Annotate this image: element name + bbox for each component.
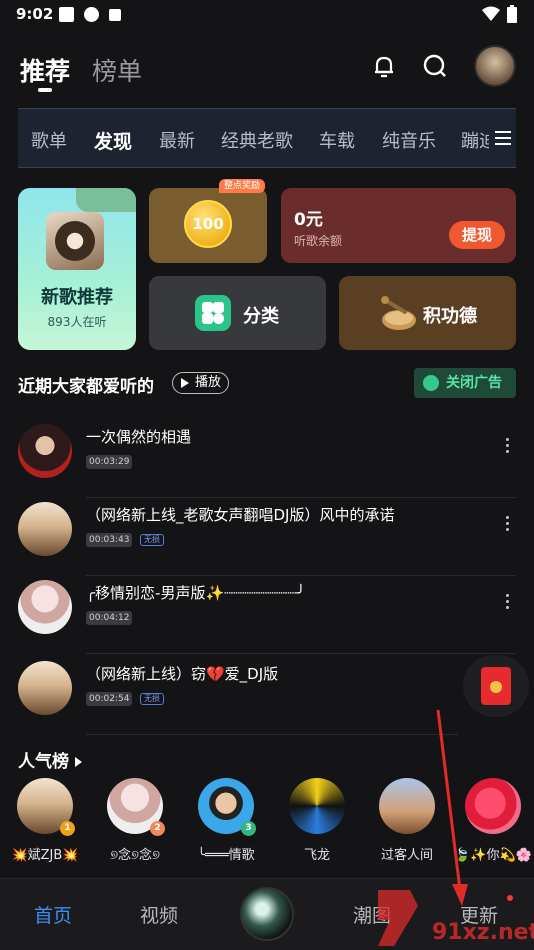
balance-amount: 0元	[294, 210, 323, 230]
song-duration: 00:04:12	[86, 611, 133, 625]
song-row[interactable]: （网络新上线）窃💔爱_DJ版 00:02:54 无损	[18, 655, 458, 735]
category-card[interactable]: 分类	[149, 276, 326, 350]
watermark: 91xz.net	[370, 886, 534, 950]
rank-badge: 1	[60, 821, 75, 836]
sync-app-icon	[84, 7, 99, 22]
category-pure-music[interactable]: 纯音乐	[382, 127, 436, 153]
user-avatar[interactable]	[474, 45, 516, 87]
chevron-right-icon	[75, 757, 82, 767]
song-cover	[18, 502, 72, 556]
annotation-arrow	[436, 709, 468, 906]
coin-reward-card[interactable]: 100	[149, 188, 267, 263]
song-duration: 00:02:54	[86, 692, 133, 706]
artist-item[interactable]: 1 💥斌ZJB💥	[0, 778, 90, 863]
wifi-icon	[482, 6, 500, 21]
rank-badge: 3	[241, 821, 256, 836]
artist-avatar: 3	[198, 778, 256, 836]
notification-app-icon	[59, 7, 74, 22]
new-songs-card[interactable]: 新歌推荐 893人在听	[18, 188, 136, 350]
artist-name: 💥斌ZJB💥	[11, 848, 79, 863]
merit-label: 积功德	[423, 306, 477, 327]
more-options-icon[interactable]	[506, 594, 510, 610]
new-songs-listeners: 893人在听	[47, 315, 107, 329]
search-icon[interactable]	[421, 52, 449, 80]
play-label: 播放	[195, 375, 222, 390]
song-row[interactable]: 一次偶然的相遇 00:03:29	[18, 418, 516, 498]
artist-item[interactable]: 2 ୭念୭念୭	[90, 778, 180, 863]
song-duration: 00:03:43	[86, 533, 133, 547]
song-row[interactable]: ╭移情别恋-男声版✨┈┈┈┈┈┈┈┈╯ 00:04:12	[18, 574, 516, 654]
section-title: 近期大家都爱听的	[18, 377, 154, 397]
popularity-title-text: 人气榜	[18, 752, 69, 772]
close-ad-label: 关闭广告	[446, 375, 502, 391]
artist-avatar	[465, 778, 521, 834]
artist-item[interactable]: 飞龙	[272, 778, 362, 863]
song-title: 一次偶然的相遇	[86, 428, 192, 446]
withdraw-button[interactable]: 提现	[449, 221, 505, 249]
play-all-button[interactable]: 播放	[172, 372, 229, 394]
grid-icon	[195, 295, 231, 331]
divider	[86, 734, 458, 735]
red-envelope-icon	[481, 667, 511, 705]
now-playing-disc[interactable]	[240, 887, 294, 941]
watermark-logo-icon	[378, 890, 418, 946]
category-menu-icon[interactable]	[492, 131, 514, 147]
category-playlist[interactable]: 歌单	[31, 127, 67, 153]
watermark-url: 91xz.net	[432, 920, 534, 945]
artist-name: 飞龙	[303, 848, 330, 863]
category-label: 分类	[243, 306, 279, 327]
lossless-badge: 无损	[140, 534, 164, 546]
song-row[interactable]: （网络新上线_老歌女声翻唱DJ版）风中的承诺 00:03:43 无损	[18, 496, 516, 576]
card-back-decoration	[76, 188, 136, 212]
song-title: （网络新上线_老歌女声翻唱DJ版）风中的承诺	[86, 506, 395, 524]
bell-icon[interactable]	[370, 52, 398, 80]
nav-home[interactable]: 首页	[34, 901, 72, 928]
rank-badge: 2	[150, 821, 165, 836]
status-time: 9:02	[16, 5, 54, 23]
balance-label: 听歌余额	[294, 234, 343, 248]
artist-avatar: 1	[17, 778, 75, 836]
red-packet-button[interactable]	[463, 655, 529, 717]
balance-card[interactable]: 0元 听歌余额 提现	[281, 188, 516, 263]
album-cover-icon	[46, 212, 104, 270]
more-options-icon[interactable]	[506, 516, 510, 532]
artist-avatar: 2	[107, 778, 165, 836]
merit-card[interactable]: 积功德	[339, 276, 516, 350]
artist-avatar	[289, 778, 345, 834]
more-options-icon[interactable]	[506, 438, 510, 454]
song-cover	[18, 580, 72, 634]
song-title: （网络新上线）窃💔爱_DJ版	[86, 665, 279, 683]
song-cover	[18, 424, 72, 478]
coin-icon: 100	[184, 200, 232, 248]
close-ad-button[interactable]: 关闭广告	[414, 368, 516, 398]
song-title: ╭移情别恋-男声版✨┈┈┈┈┈┈┈┈╯	[86, 584, 306, 602]
category-car[interactable]: 车载	[319, 127, 355, 153]
status-bar: 9:02	[0, 0, 534, 30]
artist-avatar	[379, 778, 435, 834]
tab-active-indicator	[38, 88, 52, 92]
song-cover	[18, 661, 72, 715]
tab-charts[interactable]: 榜单	[92, 52, 142, 88]
hourly-reward-badge: 整点奖励	[219, 179, 266, 193]
lossless-badge: 无损	[140, 693, 164, 705]
new-songs-title: 新歌推荐	[41, 287, 113, 308]
song-duration: 00:03:29	[86, 455, 133, 469]
category-classic[interactable]: 经典老歌	[221, 127, 293, 153]
wooden-fish-icon	[381, 296, 416, 330]
close-ad-icon	[423, 375, 439, 391]
artist-name: ╰═══情歌	[197, 848, 255, 863]
nav-video[interactable]: 视频	[140, 901, 178, 928]
artist-item[interactable]: 3 ╰═══情歌	[181, 778, 271, 863]
popularity-title[interactable]: 人气榜	[18, 747, 82, 772]
artist-name: ୭念୭念୭	[110, 848, 160, 863]
text-app-icon	[109, 9, 121, 21]
battery-icon	[507, 5, 517, 23]
category-disco[interactable]: 蹦迪	[461, 127, 489, 153]
category-bar: 歌单 发现 最新 经典老歌 车载 纯音乐 蹦迪	[18, 108, 516, 168]
category-discover[interactable]: 发现	[94, 127, 132, 154]
tab-recommend[interactable]: 推荐	[20, 52, 70, 88]
category-latest[interactable]: 最新	[159, 127, 195, 153]
play-icon	[181, 378, 189, 388]
divider	[86, 653, 516, 654]
